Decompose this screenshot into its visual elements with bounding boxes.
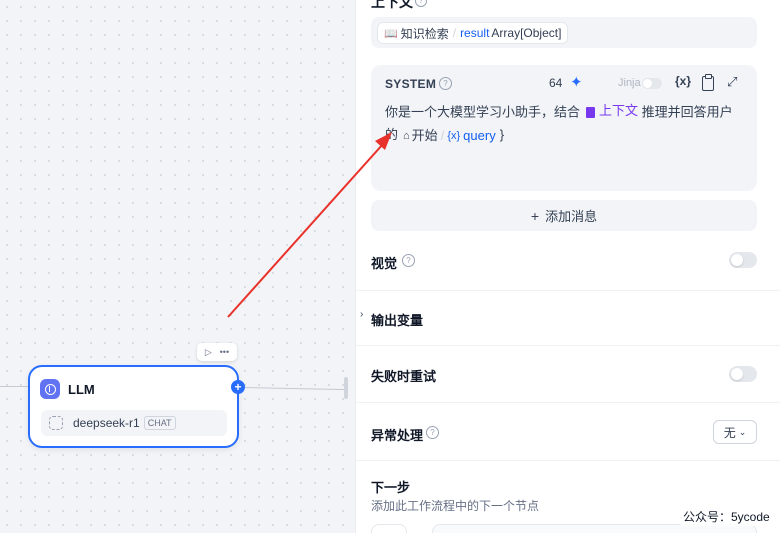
home-icon: ⌂	[403, 129, 410, 142]
prompt-text-end: }	[499, 126, 505, 142]
help-circle-icon[interactable]: ?	[415, 0, 427, 7]
variable-icon: {x}	[447, 129, 461, 142]
document-icon	[586, 106, 596, 118]
ref-node-name: 开始	[411, 127, 438, 143]
clipboard-icon[interactable]	[702, 74, 714, 91]
prompt-text[interactable]: 你是一个大模型学习小助手，结合 上下文 推理并回答用户的 ⌂ 开始 / {x} query}	[385, 100, 745, 147]
prompt-text-start: 你是一个大模型学习小助手，结合	[385, 104, 581, 120]
divider	[356, 460, 780, 461]
chevron-right-icon[interactable]: ›	[360, 309, 363, 320]
divider	[356, 402, 780, 403]
workflow-canvas[interactable]: ▷ ••• LLM deepseek-r1 CHAT +	[0, 0, 355, 533]
variable-name: result	[460, 26, 490, 40]
divider	[356, 290, 780, 291]
book-icon: 📖	[384, 27, 398, 40]
retry-label: 失败时重试	[371, 369, 437, 384]
system-prompt-editor[interactable]: SYSTEM ? 64 ✦ Jinja {x} ⤢ 你是一个大模型学习小助手，结…	[371, 65, 757, 191]
jinja-toggle[interactable]	[642, 78, 662, 89]
panel-resize-handle[interactable]	[344, 377, 348, 399]
model-name: deepseek-r1	[73, 416, 140, 430]
next-step-description: 添加此工作流程中的下一个节点	[371, 499, 540, 513]
context-variable-field[interactable]: 📖 知识检索 / result Array[Object]	[371, 17, 757, 48]
node-settings-panel: 上下文 ? 📖 知识检索 / result Array[Object] SYST…	[355, 0, 780, 533]
llm-node[interactable]: LLM deepseek-r1 CHAT	[28, 365, 239, 448]
retry-toggle[interactable]	[729, 366, 757, 382]
help-circle-icon[interactable]: ?	[439, 77, 452, 90]
jinja-label: Jinja	[618, 77, 641, 89]
variable-node-name: 知识检索	[400, 26, 449, 41]
next-step-title: 下一步	[371, 480, 411, 495]
prompt-role-label: SYSTEM	[385, 77, 437, 91]
token-count: 64	[549, 76, 563, 90]
context-variable-chip[interactable]: 📖 知识检索 / result Array[Object]	[377, 22, 569, 44]
output-variables-label[interactable]: 输出变量	[371, 310, 423, 329]
more-icon[interactable]: •••	[220, 347, 229, 357]
variable-separator: /	[452, 26, 457, 40]
variable-icon[interactable]: {x}	[675, 74, 691, 88]
query-variable-tag: ⌂ 开始 / {x} query	[398, 125, 496, 147]
llm-icon	[40, 379, 60, 399]
add-message-label: 添加消息	[545, 209, 598, 224]
sparkle-icon[interactable]: ✦	[570, 73, 583, 91]
connection-edge-in	[0, 386, 28, 387]
model-icon	[49, 416, 63, 430]
plus-icon[interactable]: +	[231, 380, 245, 394]
help-circle-icon[interactable]: ?	[402, 254, 415, 267]
watermark: 公众号：5ycode	[681, 507, 772, 526]
connection-edge-out	[243, 387, 348, 391]
expand-icon[interactable]: ⤢	[727, 74, 737, 90]
error-handling-label: 异常处理	[371, 428, 424, 443]
plus-icon: +	[530, 207, 540, 224]
add-message-button[interactable]: + 添加消息	[371, 200, 757, 231]
vision-toggle[interactable]	[729, 252, 757, 268]
help-circle-icon[interactable]: ?	[426, 426, 439, 439]
vision-label: 视觉	[371, 256, 398, 271]
error-handling-select[interactable]: 无 ⌄	[713, 420, 757, 444]
model-mode-tag: CHAT	[143, 416, 176, 430]
chevron-down-icon: ⌄	[738, 426, 747, 437]
context-variable-label: 上下文	[599, 103, 639, 118]
context-variable-tag: 上下文	[580, 100, 638, 122]
error-handling-value: 无	[723, 425, 736, 440]
ref-separator: /	[440, 127, 445, 143]
node-toolbar: ▷ •••	[197, 343, 237, 361]
context-section-title: 上下文	[371, 0, 413, 10]
variable-type: Array[Object]	[491, 26, 562, 40]
query-variable-label: query	[463, 127, 496, 143]
divider	[356, 345, 780, 346]
next-step-source-block	[371, 524, 407, 533]
play-icon[interactable]: ▷	[205, 347, 212, 357]
model-selector[interactable]: deepseek-r1 CHAT	[41, 410, 227, 436]
node-title: LLM	[68, 381, 95, 397]
